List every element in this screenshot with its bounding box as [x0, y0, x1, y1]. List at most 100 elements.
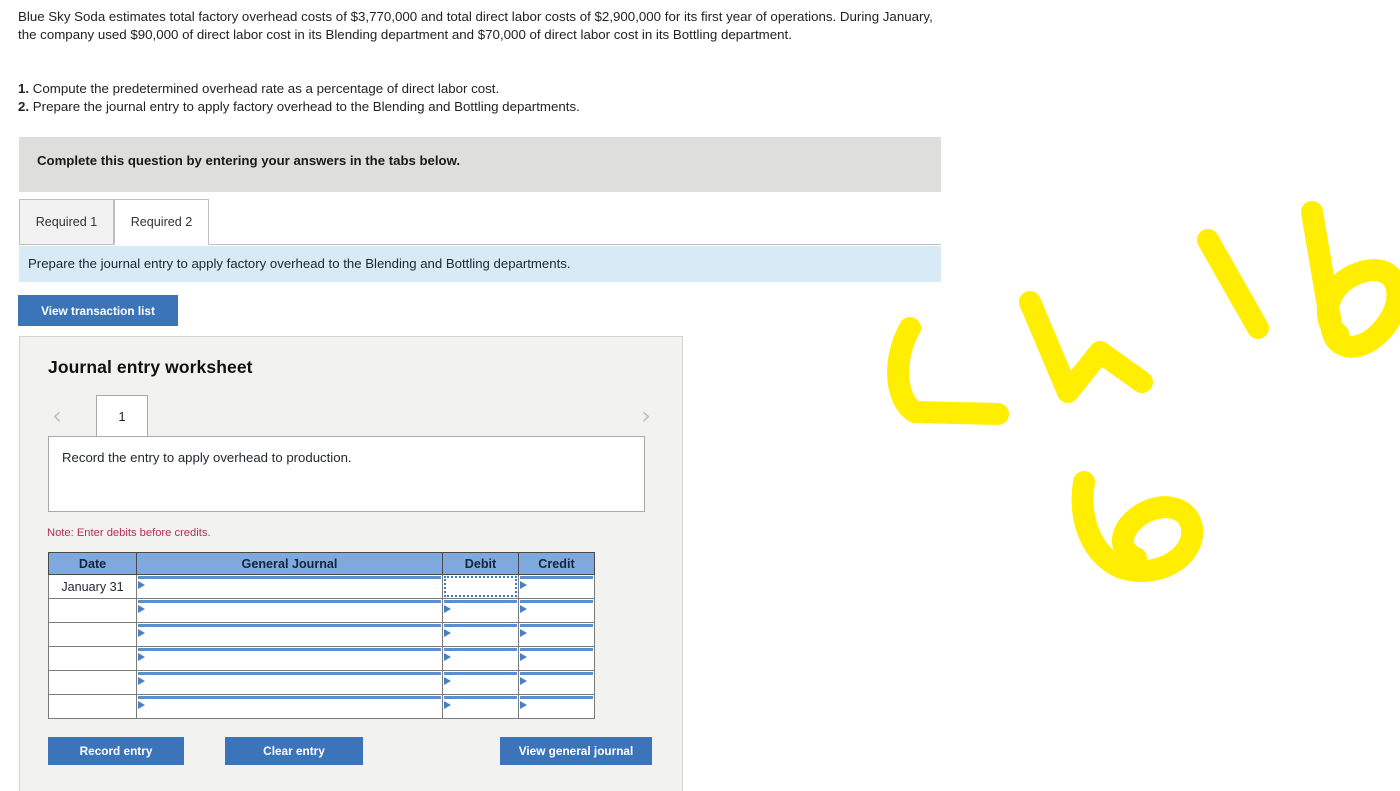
cell-input-surface[interactable]	[138, 624, 441, 645]
cell-debit-3[interactable]	[442, 622, 519, 647]
cell-date-1[interactable]: January 31	[48, 574, 137, 599]
cell-input-surface[interactable]	[520, 624, 593, 645]
cell-input-surface[interactable]	[444, 696, 517, 717]
cell-debit-4[interactable]	[442, 646, 519, 671]
requirement-number-2: 2.	[18, 99, 30, 114]
stroke-c	[887, 317, 1009, 425]
cell-marker-icon	[520, 677, 527, 685]
cell-marker-icon	[520, 581, 527, 589]
cell-input-surface[interactable]	[444, 624, 517, 645]
cell-input-surface[interactable]	[138, 576, 441, 597]
cell-input-surface[interactable]	[520, 672, 593, 693]
table-row	[48, 646, 595, 671]
cell-credit-3[interactable]	[518, 622, 595, 647]
cell-input-surface[interactable]	[520, 576, 593, 597]
cell-marker-icon	[444, 605, 451, 613]
cell-debit-5[interactable]	[442, 670, 519, 695]
chevron-left-icon[interactable]: ‹	[44, 401, 70, 431]
cell-credit-2[interactable]	[518, 598, 595, 623]
cell-date-5[interactable]	[48, 670, 137, 695]
cell-input-surface[interactable]	[138, 696, 441, 717]
requirement-item-1: 1. Compute the predetermined overhead ra…	[18, 80, 934, 98]
cell-input-surface[interactable]	[444, 600, 517, 621]
requirement-item-2: 2. Prepare the journal entry to apply fa…	[18, 98, 934, 116]
cell-marker-icon	[520, 605, 527, 613]
column-header-date: Date	[48, 552, 137, 575]
worksheet-pager: ‹ 1 ›	[20, 395, 684, 437]
cell-input-surface[interactable]	[520, 648, 593, 669]
cell-general-journal-6[interactable]	[136, 694, 443, 719]
cell-debit-1[interactable]	[442, 574, 519, 599]
tab-required-1[interactable]: Required 1	[19, 199, 114, 245]
stroke-b-upper	[1301, 201, 1400, 358]
cell-marker-icon	[138, 629, 145, 637]
complete-question-text: Complete this question by entering your …	[37, 153, 461, 168]
journal-table-header-row: Date General Journal Debit Credit	[48, 552, 595, 575]
cell-credit-5[interactable]	[518, 670, 595, 695]
requirement-text-1: Compute the predetermined overhead rate …	[32, 81, 500, 96]
cell-general-journal-2[interactable]	[136, 598, 443, 623]
clear-entry-button[interactable]: Clear entry	[225, 737, 363, 765]
cell-input-surface[interactable]	[138, 648, 441, 669]
cell-marker-icon	[520, 701, 527, 709]
requirement-banner-text: Prepare the journal entry to apply facto…	[28, 256, 571, 271]
cell-marker-icon	[444, 629, 451, 637]
worksheet-title: Journal entry worksheet	[48, 357, 253, 377]
cell-input-surface[interactable]	[444, 576, 517, 597]
cell-marker-icon	[138, 581, 145, 589]
table-row	[48, 670, 595, 695]
view-transaction-list-button[interactable]: View transaction list	[18, 295, 178, 326]
cell-date-3[interactable]	[48, 622, 137, 647]
cell-general-journal-4[interactable]	[136, 646, 443, 671]
requirement-banner: Prepare the journal entry to apply facto…	[19, 246, 941, 282]
journal-entry-table: Date General Journal Debit Credit Januar…	[48, 552, 595, 719]
requirement-tab-strip: Required 1 Required 2	[19, 199, 941, 245]
cell-debit-2[interactable]	[442, 598, 519, 623]
cell-marker-icon	[520, 629, 527, 637]
cell-input-surface[interactable]	[520, 696, 593, 717]
cell-credit-4[interactable]	[518, 646, 595, 671]
column-header-debit: Debit	[442, 552, 519, 575]
cell-marker-icon	[520, 653, 527, 661]
cell-general-journal-5[interactable]	[136, 670, 443, 695]
cell-marker-icon	[444, 677, 451, 685]
entry-description-text: Record the entry to apply overhead to pr…	[62, 450, 352, 465]
complete-question-bar: Complete this question by entering your …	[19, 137, 941, 192]
cell-general-journal-3[interactable]	[136, 622, 443, 647]
journal-entry-worksheet-panel: Journal entry worksheet ‹ 1 › Record the…	[19, 336, 683, 791]
cell-input-surface[interactable]	[444, 648, 517, 669]
cell-marker-icon	[138, 653, 145, 661]
table-row	[48, 598, 595, 623]
cell-input-surface[interactable]	[138, 600, 441, 621]
cell-date-2[interactable]	[48, 598, 137, 623]
cell-general-journal-1[interactable]	[136, 574, 443, 599]
worksheet-page-tab-1[interactable]: 1	[96, 395, 148, 437]
cell-input-surface[interactable]	[138, 672, 441, 693]
column-header-credit: Credit	[518, 552, 595, 575]
cell-marker-icon	[138, 701, 145, 709]
problem-statement: Blue Sky Soda estimates total factory ov…	[18, 9, 933, 43]
cell-marker-icon	[444, 701, 451, 709]
stroke-b-lower	[1071, 471, 1204, 583]
record-entry-button[interactable]: Record entry	[48, 737, 184, 765]
stroke-l	[1197, 229, 1269, 339]
tab-required-2[interactable]: Required 2	[114, 199, 209, 245]
cell-marker-icon	[138, 605, 145, 613]
table-row	[48, 622, 595, 647]
chevron-right-icon[interactable]: ›	[633, 401, 659, 431]
view-general-journal-button[interactable]: View general journal	[500, 737, 652, 765]
debits-before-credits-note: Note: Enter debits before credits.	[47, 527, 211, 539]
entry-description-box: Record the entry to apply overhead to pr…	[48, 436, 645, 512]
column-header-general-journal: General Journal	[136, 552, 443, 575]
cell-input-surface[interactable]	[520, 600, 593, 621]
cell-marker-icon	[444, 653, 451, 661]
cell-input-surface[interactable]	[444, 672, 517, 693]
cell-credit-6[interactable]	[518, 694, 595, 719]
stroke-h	[1019, 291, 1153, 403]
cell-credit-1[interactable]	[518, 574, 595, 599]
cell-debit-6[interactable]	[442, 694, 519, 719]
table-row	[48, 694, 595, 719]
cell-date-4[interactable]	[48, 646, 137, 671]
table-row: January 31	[48, 574, 595, 599]
cell-date-6[interactable]	[48, 694, 137, 719]
